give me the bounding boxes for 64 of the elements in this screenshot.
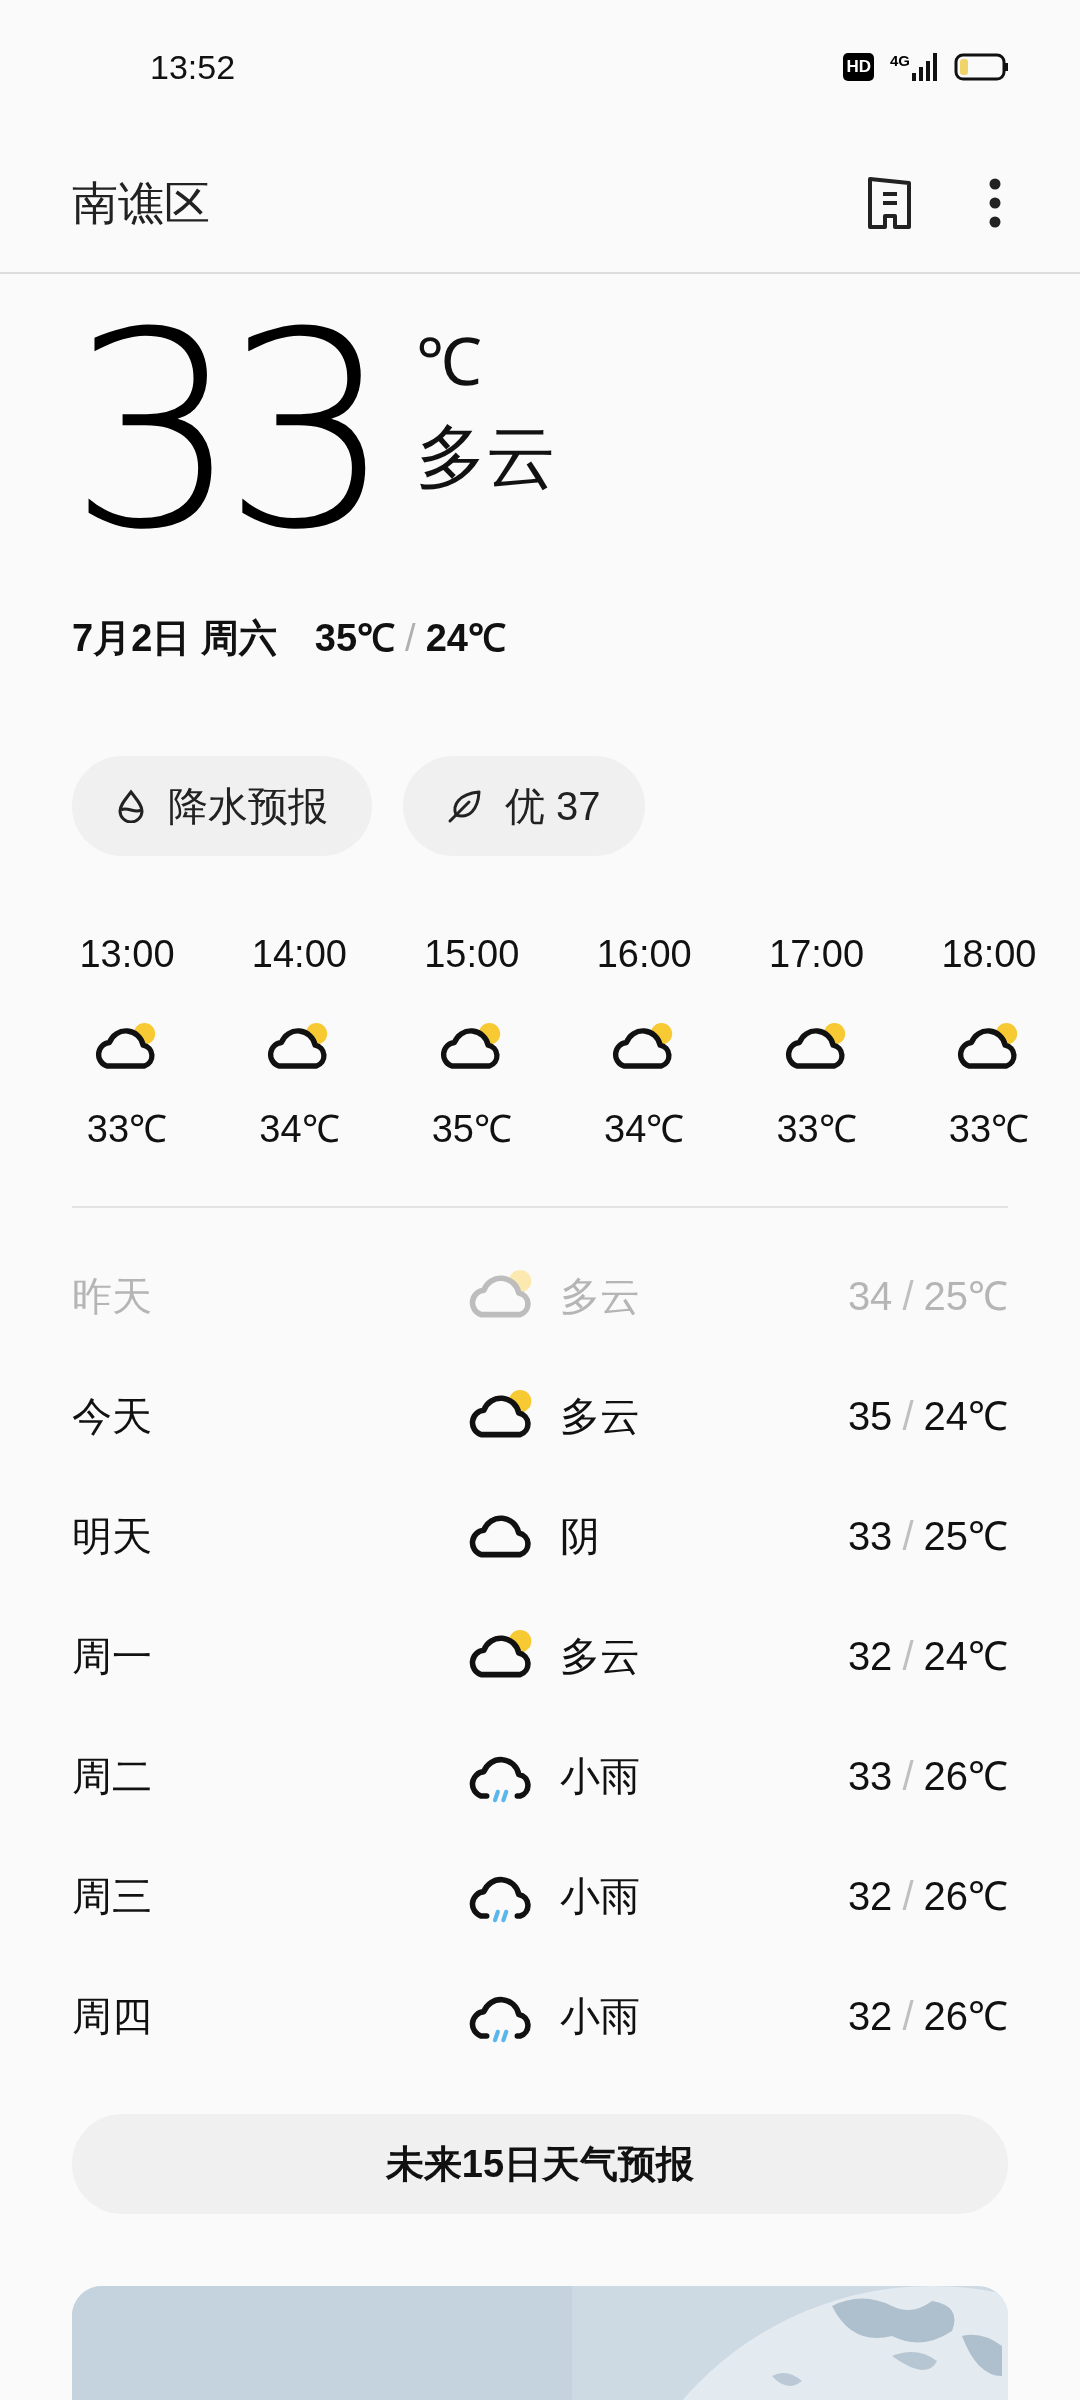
hour-temperature: 33℃ (776, 1107, 857, 1152)
day-condition: 小雨 (560, 1873, 641, 1920)
separator-slash: / (902, 1513, 914, 1560)
high-temperature: 33 (847, 1753, 893, 1800)
separator-slash: / (902, 1753, 914, 1800)
low-temperature: 25℃ (923, 1273, 1008, 1320)
separator-slash: / (902, 1393, 914, 1440)
high-temperature: 32 (847, 1873, 893, 1920)
leaf-icon (447, 788, 483, 824)
low-temperature: 26℃ (923, 1753, 1008, 1800)
separator-slash: / (902, 1633, 914, 1680)
high-temperature: 35 (847, 1393, 893, 1440)
day-label: 明天 (72, 1513, 153, 1560)
droplet-icon (116, 789, 146, 823)
high-temperature: 33 (847, 1513, 893, 1560)
separator-slash: / (405, 615, 416, 661)
separator-slash: / (902, 1273, 914, 1320)
hd-badge: HD (843, 53, 874, 81)
status-time: 13:52 (150, 46, 236, 88)
hour-label: 17:00 (769, 932, 865, 977)
day-condition: 多云 (560, 1273, 641, 1320)
high-temperature: 35℃ (314, 615, 396, 661)
temperature-unit: ℃ (415, 324, 483, 401)
date-text: 7月2日 周六 (72, 615, 277, 661)
forecast-15-day-button[interactable]: 未来15日天气预报 (72, 2114, 1008, 2214)
day-label: 周三 (72, 1873, 153, 1920)
low-temperature: 26℃ (923, 1993, 1008, 2040)
day-label: 周二 (72, 1753, 153, 1800)
battery-icon (954, 52, 1010, 82)
day-condition: 小雨 (560, 1753, 641, 1800)
day-condition: 阴 (560, 1513, 601, 1560)
air-quality-chip[interactable]: 优 37 (403, 756, 645, 856)
hour-label: 16:00 (596, 932, 692, 977)
low-temperature: 26℃ (923, 1873, 1008, 1920)
current-temperature: 33 (68, 302, 376, 562)
hour-label: 13:00 (79, 932, 175, 977)
hour-label: 18:00 (941, 932, 1037, 977)
hour-temperature: 34℃ (259, 1107, 340, 1152)
hour-label: 15:00 (424, 932, 520, 977)
location-title: 南谯区 (72, 175, 210, 231)
high-temperature: 34 (847, 1273, 893, 1320)
weather-condition: 多云 (415, 417, 556, 498)
separator-slash: / (902, 1993, 914, 2040)
hour-label: 14:00 (251, 932, 347, 977)
day-label: 周一 (72, 1633, 153, 1680)
hour-temperature: 35℃ (431, 1107, 512, 1152)
day-label: 今天 (72, 1393, 153, 1440)
precipitation-chip[interactable]: 降水预报 (72, 756, 372, 856)
day-label: 周四 (72, 1993, 153, 2040)
day-condition: 多云 (560, 1393, 641, 1440)
low-temperature: 25℃ (923, 1513, 1008, 1560)
day-condition: 小雨 (560, 1993, 641, 2040)
separator-slash: / (902, 1873, 914, 1920)
day-condition: 多云 (560, 1633, 641, 1680)
high-temperature: 32 (847, 1993, 893, 2040)
signal-indicator: 4G (890, 53, 938, 81)
low-temperature: 24℃ (923, 1633, 1008, 1680)
low-temperature: 24℃ (425, 615, 506, 661)
hour-temperature: 34℃ (604, 1107, 685, 1152)
hour-temperature: 33℃ (86, 1107, 168, 1152)
low-temperature: 24℃ (923, 1393, 1008, 1440)
day-label: 昨天 (72, 1273, 153, 1320)
high-temperature: 32 (847, 1633, 893, 1680)
hour-temperature: 33℃ (948, 1107, 1030, 1152)
